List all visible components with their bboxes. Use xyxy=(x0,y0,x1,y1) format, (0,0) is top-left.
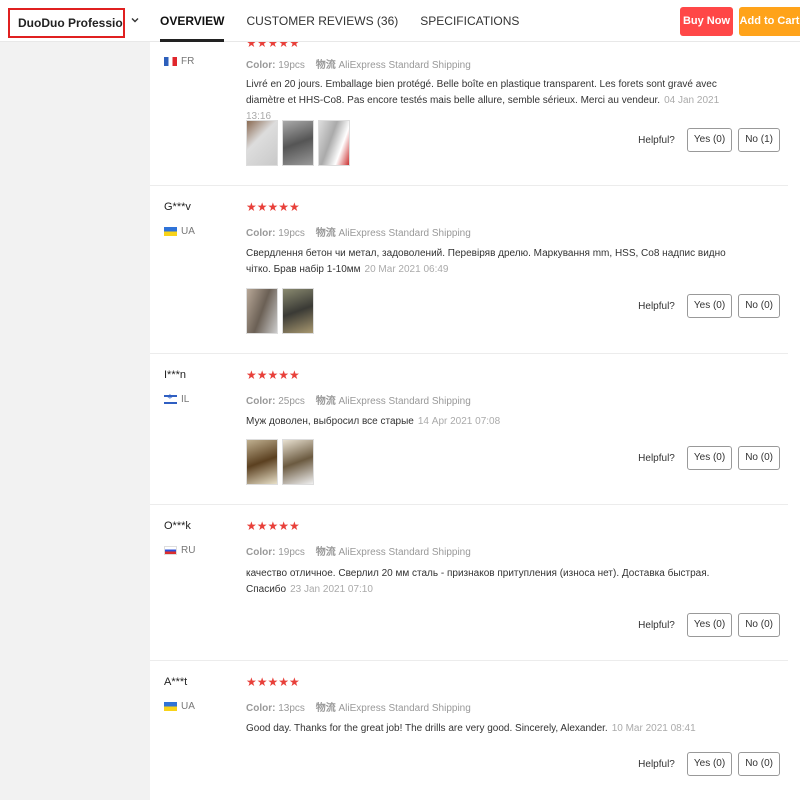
ukraine-flag-icon xyxy=(164,702,177,711)
france-flag-icon xyxy=(164,57,177,66)
review-photos xyxy=(246,120,354,166)
review-photo[interactable] xyxy=(318,120,350,166)
review-photo[interactable] xyxy=(282,120,314,166)
review-photos xyxy=(246,288,318,334)
review-photo[interactable] xyxy=(246,439,278,485)
helpful-no-button[interactable]: No (0) xyxy=(738,752,780,776)
helpful-vote: Helpful? Yes (0) No (0) xyxy=(638,752,780,776)
left-panel xyxy=(0,42,150,800)
add-to-cart-button[interactable]: Add to Cart xyxy=(739,7,800,36)
reviewer-country: UA xyxy=(164,701,195,712)
sticky-header: DuoDuo Profession... OVERVIEW CUSTOMER R… xyxy=(0,0,800,42)
helpful-yes-button[interactable]: Yes (0) xyxy=(686,294,733,318)
review-item: O***k ★★★★★ RU Color: 19pcs 物流 AliExpres… xyxy=(150,505,788,661)
reviewer-country: FR xyxy=(164,56,194,67)
russia-flag-icon xyxy=(164,546,177,555)
section-tabs: OVERVIEW CUSTOMER REVIEWS (36) SPECIFICA… xyxy=(160,0,541,42)
review-date: 10 Mar 2021 08:41 xyxy=(611,723,696,734)
tab-specifications[interactable]: SPECIFICATIONS xyxy=(420,0,519,42)
helpful-yes-button[interactable]: Yes (0) xyxy=(686,128,733,152)
review-meta: Color: 19pcs 物流 AliExpress Standard Ship… xyxy=(246,60,471,71)
tab-customer-reviews[interactable]: CUSTOMER REVIEWS (36) xyxy=(246,0,398,42)
review-date: 14 Apr 2021 07:08 xyxy=(417,416,501,427)
review-date: 20 Mar 2021 06:49 xyxy=(364,264,449,275)
review-text: качество отличное. Сверлил 20 мм сталь -… xyxy=(246,568,710,595)
review-text: Муж доволен, выбросил все старые 14 Apr 2… xyxy=(246,416,501,427)
review-meta: Color: 25pcs 物流 AliExpress Standard Ship… xyxy=(246,396,471,407)
reviewer-country: IL xyxy=(164,393,189,405)
review-meta: Color: 19pcs 物流 AliExpress Standard Ship… xyxy=(246,547,471,558)
helpful-no-button[interactable]: No (0) xyxy=(738,294,780,318)
review-item: ★★★★★ FR Color: 19pcs 物流 AliExpress Stan… xyxy=(150,36,788,186)
helpful-vote: Helpful? Yes (0) No (0) xyxy=(638,446,780,470)
review-text: Свердлення бетон чи метал, задоволений. … xyxy=(246,248,726,275)
helpful-no-button[interactable]: No (0) xyxy=(738,613,780,637)
review-photos xyxy=(246,439,318,485)
review-text: Livré en 20 jours. Emballage bien protég… xyxy=(246,79,720,122)
helpful-yes-button[interactable]: Yes (0) xyxy=(686,613,733,637)
tab-overview[interactable]: OVERVIEW xyxy=(160,0,225,42)
review-photo[interactable] xyxy=(282,288,314,334)
review-item: I***n ★★★★★ IL Color: 25pcs 物流 AliExpres… xyxy=(150,354,788,505)
israel-flag-icon xyxy=(164,393,177,404)
review-text: Good day. Thanks for the great job! The … xyxy=(246,723,696,734)
reviewer-name: O***k xyxy=(164,520,191,532)
reviewer-name: A***t xyxy=(164,676,188,688)
review-photo[interactable] xyxy=(246,120,278,166)
reviewer-name: G***v xyxy=(164,201,191,213)
review-date: 23 Jan 2021 07:10 xyxy=(290,584,373,595)
reviewer-name: I***n xyxy=(164,369,187,381)
review-meta: Color: 19pcs 物流 AliExpress Standard Ship… xyxy=(246,228,471,239)
rating-stars: ★★★★★ xyxy=(246,675,300,689)
helpful-no-button[interactable]: No (1) xyxy=(738,128,780,152)
chevron-down-icon[interactable] xyxy=(129,14,141,26)
helpful-yes-button[interactable]: Yes (0) xyxy=(686,752,733,776)
review-photo[interactable] xyxy=(282,439,314,485)
review-meta: Color: 13pcs 物流 AliExpress Standard Ship… xyxy=(246,703,471,714)
buy-now-button[interactable]: Buy Now xyxy=(680,7,733,36)
reviewer-country: UA xyxy=(164,226,195,237)
rating-stars: ★★★★★ xyxy=(246,519,300,533)
helpful-vote: Helpful? Yes (0) No (0) xyxy=(638,294,780,318)
rating-stars: ★★★★★ xyxy=(246,368,300,382)
helpful-vote: Helpful? Yes (0) No (0) xyxy=(638,613,780,637)
helpful-yes-button[interactable]: Yes (0) xyxy=(686,446,733,470)
helpful-vote: Helpful? Yes (0) No (1) xyxy=(638,128,780,152)
review-photo[interactable] xyxy=(246,288,278,334)
ukraine-flag-icon xyxy=(164,227,177,236)
review-item: G***v ★★★★★ UA Color: 19pcs 物流 AliExpres… xyxy=(150,186,788,354)
rating-stars: ★★★★★ xyxy=(246,200,300,214)
product-name-dropdown[interactable]: DuoDuo Profession... xyxy=(8,8,125,38)
reviewer-country: RU xyxy=(164,545,195,556)
review-item: A***t ★★★★★ UA Color: 13pcs 物流 AliExpres… xyxy=(150,661,788,800)
helpful-no-button[interactable]: No (0) xyxy=(738,446,780,470)
